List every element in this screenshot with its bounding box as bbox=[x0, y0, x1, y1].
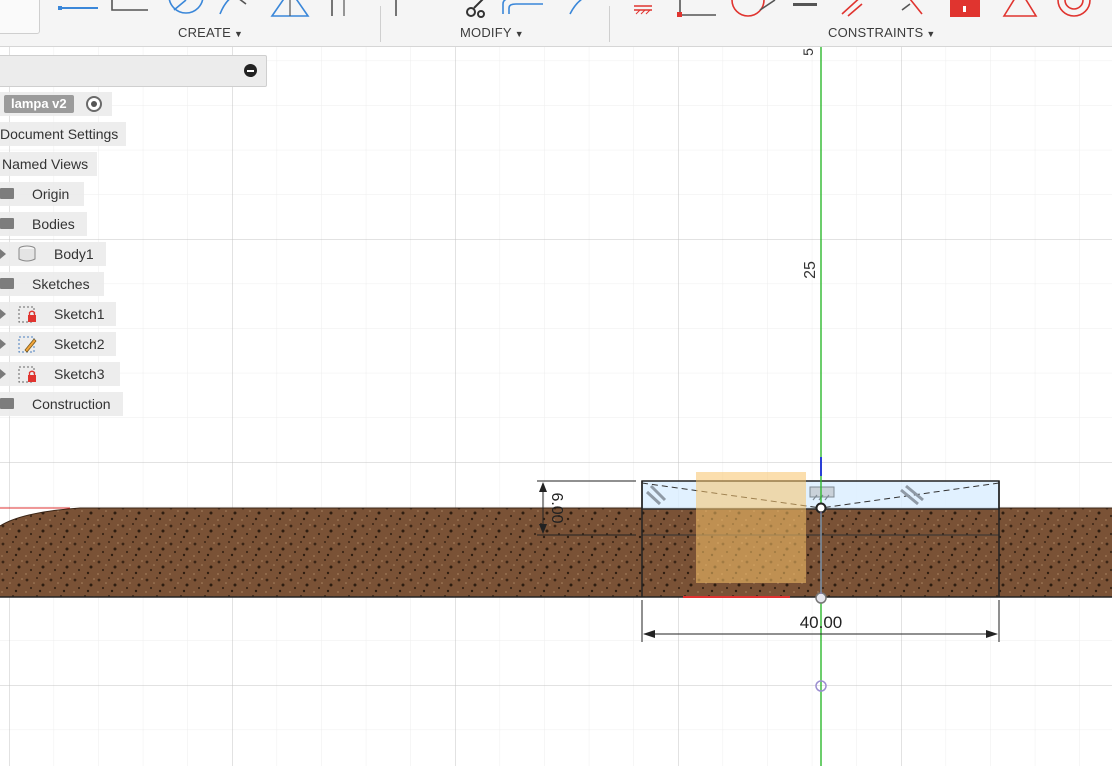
browser-root-item[interactable]: lampa v2 bbox=[0, 92, 112, 116]
modify-menu-label: MODIFY bbox=[460, 25, 512, 40]
canvas-viewport[interactable]: 25 5 40.00 6.00 bbox=[0, 47, 1112, 766]
constraint-icons bbox=[634, 0, 1091, 17]
axis-tick-label-25: 25 bbox=[802, 261, 819, 279]
browser-item-label: Sketch3 bbox=[54, 366, 105, 382]
create-menu[interactable]: CREATE ▼ bbox=[178, 25, 243, 40]
origin-point[interactable] bbox=[815, 502, 827, 514]
line-tool-icon[interactable] bbox=[58, 6, 98, 10]
dimension-width-value[interactable]: 40.00 bbox=[800, 613, 843, 632]
expand-caret-icon[interactable] bbox=[0, 309, 6, 319]
browser-item-label: Construction bbox=[32, 396, 111, 412]
browser-item-label: Body1 bbox=[54, 246, 94, 262]
toolbar-separator bbox=[609, 6, 610, 42]
document-name[interactable]: lampa v2 bbox=[4, 95, 74, 113]
midpoint-icon[interactable] bbox=[1002, 0, 1038, 17]
modify-icons bbox=[395, 0, 592, 18]
browser-item-origin[interactable]: Origin bbox=[0, 182, 84, 206]
browser-item-label: Bodies bbox=[32, 216, 75, 232]
body-solid-icon bbox=[18, 245, 36, 262]
parallel-icon[interactable] bbox=[841, 0, 864, 17]
browser-panel-header[interactable] bbox=[0, 55, 267, 87]
offset-icon[interactable] bbox=[502, 0, 543, 14]
expand-caret-icon[interactable] bbox=[0, 369, 6, 379]
tangent-icon[interactable] bbox=[731, 0, 776, 17]
collinear-icon[interactable] bbox=[901, 0, 923, 15]
browser-item-sketch2[interactable]: Sketch2 bbox=[0, 332, 116, 356]
browser-item-label: Document Settings bbox=[0, 126, 119, 142]
selection-highlight bbox=[696, 472, 806, 583]
sketch-point[interactable] bbox=[815, 592, 827, 604]
chevron-down-icon: ▼ bbox=[233, 29, 244, 39]
collapse-panel-icon[interactable] bbox=[244, 64, 257, 77]
mirror-icon[interactable] bbox=[569, 0, 592, 15]
concentric-icon[interactable] bbox=[1057, 0, 1091, 17]
sketch-edit-icon bbox=[18, 336, 37, 353]
browser-item-sketch3[interactable]: Sketch3 bbox=[0, 362, 120, 386]
expand-caret-icon[interactable] bbox=[0, 249, 6, 259]
constraints-menu[interactable]: CONSTRAINTS ▼ bbox=[828, 25, 935, 40]
symmetry-icon[interactable] bbox=[950, 0, 980, 17]
sketch-locked-icon bbox=[18, 306, 36, 323]
perpendicular-icon[interactable] bbox=[677, 0, 716, 17]
expand-caret-icon[interactable] bbox=[0, 339, 6, 349]
browser-item-label: Origin bbox=[32, 186, 70, 202]
dimension-height-value[interactable]: 6.00 bbox=[548, 492, 565, 523]
browser-item-named-views[interactable]: Named Views bbox=[0, 152, 97, 176]
browser-item-label: Sketches bbox=[32, 276, 90, 292]
trim-scissors-icon[interactable] bbox=[466, 0, 485, 18]
browser-item-label: Sketch1 bbox=[54, 306, 105, 322]
browser-item-label: Named Views bbox=[2, 156, 89, 172]
ribbon-toolbar: CREATE ▼ MODIFY ▼ CONSTRAINTS ▼ bbox=[0, 0, 1112, 47]
modify-menu[interactable]: MODIFY ▼ bbox=[460, 25, 524, 40]
chevron-down-icon: ▼ bbox=[514, 29, 524, 39]
folder-icon bbox=[0, 278, 14, 289]
browser-item-body1[interactable]: Body1 bbox=[0, 242, 106, 266]
sketch-locked-icon bbox=[18, 366, 36, 383]
browser-item-sketch1[interactable]: Sketch1 bbox=[0, 302, 116, 326]
circle-tool-icon[interactable] bbox=[168, 0, 204, 14]
browser-item-sketches[interactable]: Sketches bbox=[0, 272, 104, 296]
folder-icon bbox=[0, 188, 14, 199]
browser-item-construction[interactable]: Construction bbox=[0, 392, 123, 416]
arc-tool-icon[interactable] bbox=[219, 0, 247, 15]
equal-icon[interactable] bbox=[793, 3, 817, 6]
folder-icon bbox=[0, 218, 14, 229]
chevron-down-icon: ▼ bbox=[926, 29, 936, 39]
grid-major bbox=[0, 47, 1112, 766]
axis-tick-label-top: 5 bbox=[800, 48, 816, 56]
browser-item-label: Sketch2 bbox=[54, 336, 105, 352]
browser-item-bodies[interactable]: Bodies bbox=[0, 212, 87, 236]
create-menu-label: CREATE bbox=[178, 25, 231, 40]
fix-constraint-icon[interactable] bbox=[634, 5, 652, 15]
folder-icon bbox=[0, 398, 14, 409]
spline-tool-icon[interactable] bbox=[331, 0, 345, 16]
create-icons bbox=[58, 0, 345, 17]
rectangle-tool-icon[interactable] bbox=[111, 0, 148, 11]
toolbar-separator bbox=[380, 6, 381, 42]
constraints-menu-label: CONSTRAINTS bbox=[828, 25, 924, 40]
active-component-radio-icon[interactable] bbox=[86, 96, 102, 112]
polygon-tool-icon[interactable] bbox=[270, 0, 310, 17]
browser-item-document-settings[interactable]: Document Settings bbox=[0, 122, 126, 146]
toolbar-button-fragment[interactable] bbox=[0, 0, 40, 34]
